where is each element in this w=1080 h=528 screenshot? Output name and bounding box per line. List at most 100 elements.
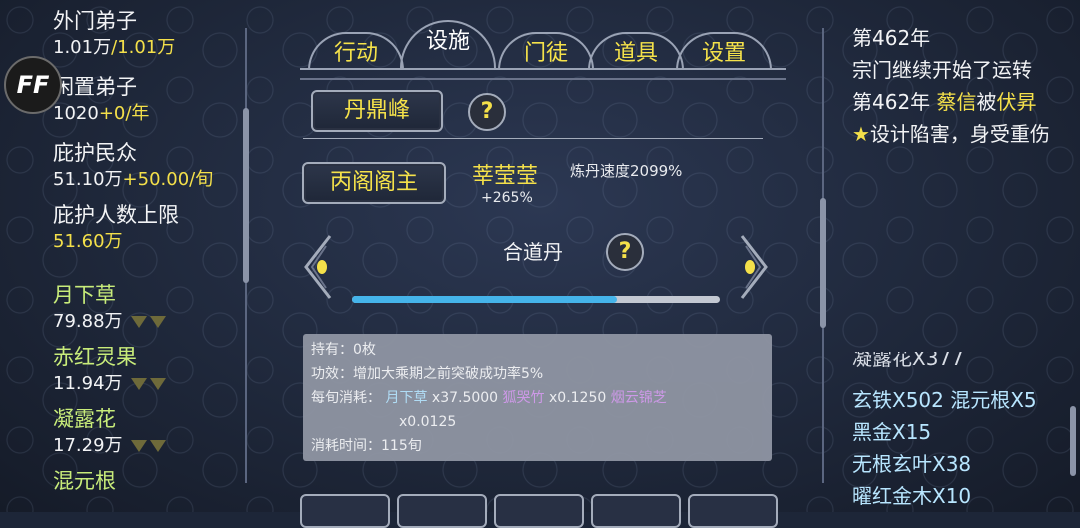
idle-disciples-label: 闲置弟子 <box>53 75 137 99</box>
hold-value: 0枚 <box>353 342 376 358</box>
cost-item-name: 月下草 <box>385 390 428 406</box>
tab-items[interactable]: 道具 <box>588 32 684 70</box>
herb-value: 17.29万 <box>53 435 123 456</box>
log-text: 被 <box>976 90 997 114</box>
cost-row-continued: x0.0125 <box>311 410 764 434</box>
inventory-row: 玄铁X502 混元根X5 <box>852 384 1062 416</box>
outer-disciples-max: 1.01万 <box>117 37 176 58</box>
idle-disciples-value: 1020+0/年 <box>53 101 243 126</box>
pill-name: 合道丹 <box>503 240 563 264</box>
speed-label: 炼丹速度2099% <box>570 162 683 180</box>
protect-limit-label: 庇护人数上限 <box>53 203 179 227</box>
herb-name: 凝露花 <box>53 407 116 431</box>
cost-item-amount: x37.5000 <box>431 390 499 406</box>
log-text: 设计陷害，身受重伤 <box>869 122 1050 146</box>
down-arrow-icon <box>131 316 148 328</box>
herb-row: 11.94万 <box>53 371 243 396</box>
herb-value: 79.88万 <box>53 311 123 332</box>
cost-row: 每旬消耗： 月下草 x37.5000 狐哭竹 x0.1250 烟云锦芝 <box>311 386 764 410</box>
peak-button[interactable]: 丹鼎峰 <box>311 90 443 132</box>
cost-item-name: 烟云锦芝 <box>610 390 667 406</box>
left-scrollbar[interactable] <box>243 28 249 483</box>
progress-bar <box>352 296 720 303</box>
master-bonus: +265% <box>481 190 533 206</box>
bottom-button[interactable] <box>688 494 778 528</box>
cost-item-amount: x0.0125 <box>399 414 457 430</box>
bottom-button[interactable] <box>591 494 681 528</box>
tab-facility[interactable]: 设施 <box>400 20 496 70</box>
time-label: 消耗时间： <box>311 438 381 454</box>
down-arrow-icon <box>150 440 167 452</box>
log-year: 第462年 <box>852 90 937 114</box>
down-arrow-icon <box>131 378 148 390</box>
idle-disciples-delta: +0/年 <box>98 103 150 124</box>
event-log: 第462年 宗门继续开始了运转 第462年 蔡信被伏昇★设计陷害，身受重伤 <box>852 22 1052 150</box>
herb-name: 赤红灵果 <box>53 345 137 369</box>
herb-row: 79.88万 <box>53 309 243 334</box>
log-line: 宗门继续开始了运转 <box>852 58 1032 82</box>
outer-disciples-label: 外门弟子 <box>53 9 137 33</box>
inventory-item: 玄铁X502 <box>852 388 951 412</box>
master-button[interactable]: 丙阁阁主 <box>302 162 446 204</box>
herb-value: 11.94万 <box>53 373 123 394</box>
inventory-item: 混元根X5 <box>950 388 1037 412</box>
protect-limit-value: 51.60万 <box>53 231 123 252</box>
tab-frame <box>308 32 404 70</box>
protected-people-label: 庇护民众 <box>53 141 137 165</box>
inventory-item: 凝露花X377 <box>852 352 964 370</box>
cost-item-name: 狐哭竹 <box>502 390 545 406</box>
progress-fill <box>352 296 617 303</box>
tab-settings[interactable]: 设置 <box>676 32 772 70</box>
log-line: 第462年 <box>852 26 931 50</box>
hold-row: 持有：0枚 <box>311 338 764 362</box>
outer-disciples-value: 1.01万/1.01万 <box>53 35 243 60</box>
bottom-button[interactable] <box>494 494 584 528</box>
pill-details: 持有：0枚 功效：增加大乘期之前突破成功率5% 每旬消耗： 月下草 x37.50… <box>303 334 772 461</box>
ff-logo[interactable]: FF <box>4 56 62 114</box>
tab-frame <box>400 20 496 70</box>
next-arrow-icon[interactable] <box>738 232 772 302</box>
tab-frame <box>498 32 594 70</box>
effect-value: 增加大乘期之前突破成功率5% <box>353 366 544 382</box>
herb-name: 月下草 <box>53 283 116 307</box>
tab-disciples[interactable]: 门徒 <box>498 32 594 70</box>
inventory-item: 黑金X15 <box>852 420 932 444</box>
help-icon[interactable]: ? <box>606 233 644 271</box>
right-scrollbar[interactable] <box>820 28 826 483</box>
inventory-item: 无根玄叶X38 <box>852 452 972 476</box>
down-arrow-icon <box>150 378 167 390</box>
scroll-thumb[interactable] <box>243 108 249 283</box>
inventory-list: 玄铁X502 混元根X5 黑金X15 无根玄叶X38 曜红金木X10 <box>852 384 1062 512</box>
inventory-item: 曜红金木X10 <box>852 484 972 508</box>
time-value: 115旬 <box>381 438 422 454</box>
herb-row: 17.29万 <box>53 433 243 458</box>
tab-frame <box>588 32 684 70</box>
inventory-cut-line: 凝露花X377 <box>852 352 1062 372</box>
protected-people-count: 51.10万 <box>53 169 123 190</box>
cost-item-amount: x0.1250 <box>549 390 607 406</box>
log-person: 蔡信 <box>936 90 977 114</box>
tab-baseline <box>300 68 786 80</box>
tab-frame <box>676 32 772 70</box>
protected-people-value: 51.10万+50.00/旬 <box>53 167 243 192</box>
effect-label: 功效： <box>311 366 353 382</box>
scroll-thumb[interactable] <box>820 198 826 328</box>
inventory-scroll-thumb[interactable] <box>1070 406 1076 476</box>
master-name: 莘莹莹 <box>472 164 539 189</box>
resource-panel: 外门弟子 1.01万/1.01万 闲置弟子 1020+0/年 庇护民众 51.1… <box>53 8 243 495</box>
time-row: 消耗时间：115旬 <box>311 434 764 458</box>
divider <box>303 138 763 139</box>
cost-label: 每旬消耗： <box>311 390 381 406</box>
bottom-button[interactable] <box>300 494 390 528</box>
bottom-button[interactable] <box>397 494 487 528</box>
idle-disciples-count: 1020 <box>53 103 99 124</box>
prev-arrow-icon[interactable] <box>300 232 334 302</box>
down-arrow-icon <box>131 440 148 452</box>
protected-people-delta: +50.00/旬 <box>122 169 214 190</box>
help-icon[interactable]: ? <box>468 93 506 131</box>
outer-disciples-current: 1.01万 <box>53 37 112 58</box>
log-line: 第462年 蔡信被伏昇★设计陷害，身受重伤 <box>852 86 1052 150</box>
herb-name: 混元根 <box>53 469 116 493</box>
down-arrow-icon <box>150 316 167 328</box>
tab-action[interactable]: 行动 <box>308 32 404 70</box>
